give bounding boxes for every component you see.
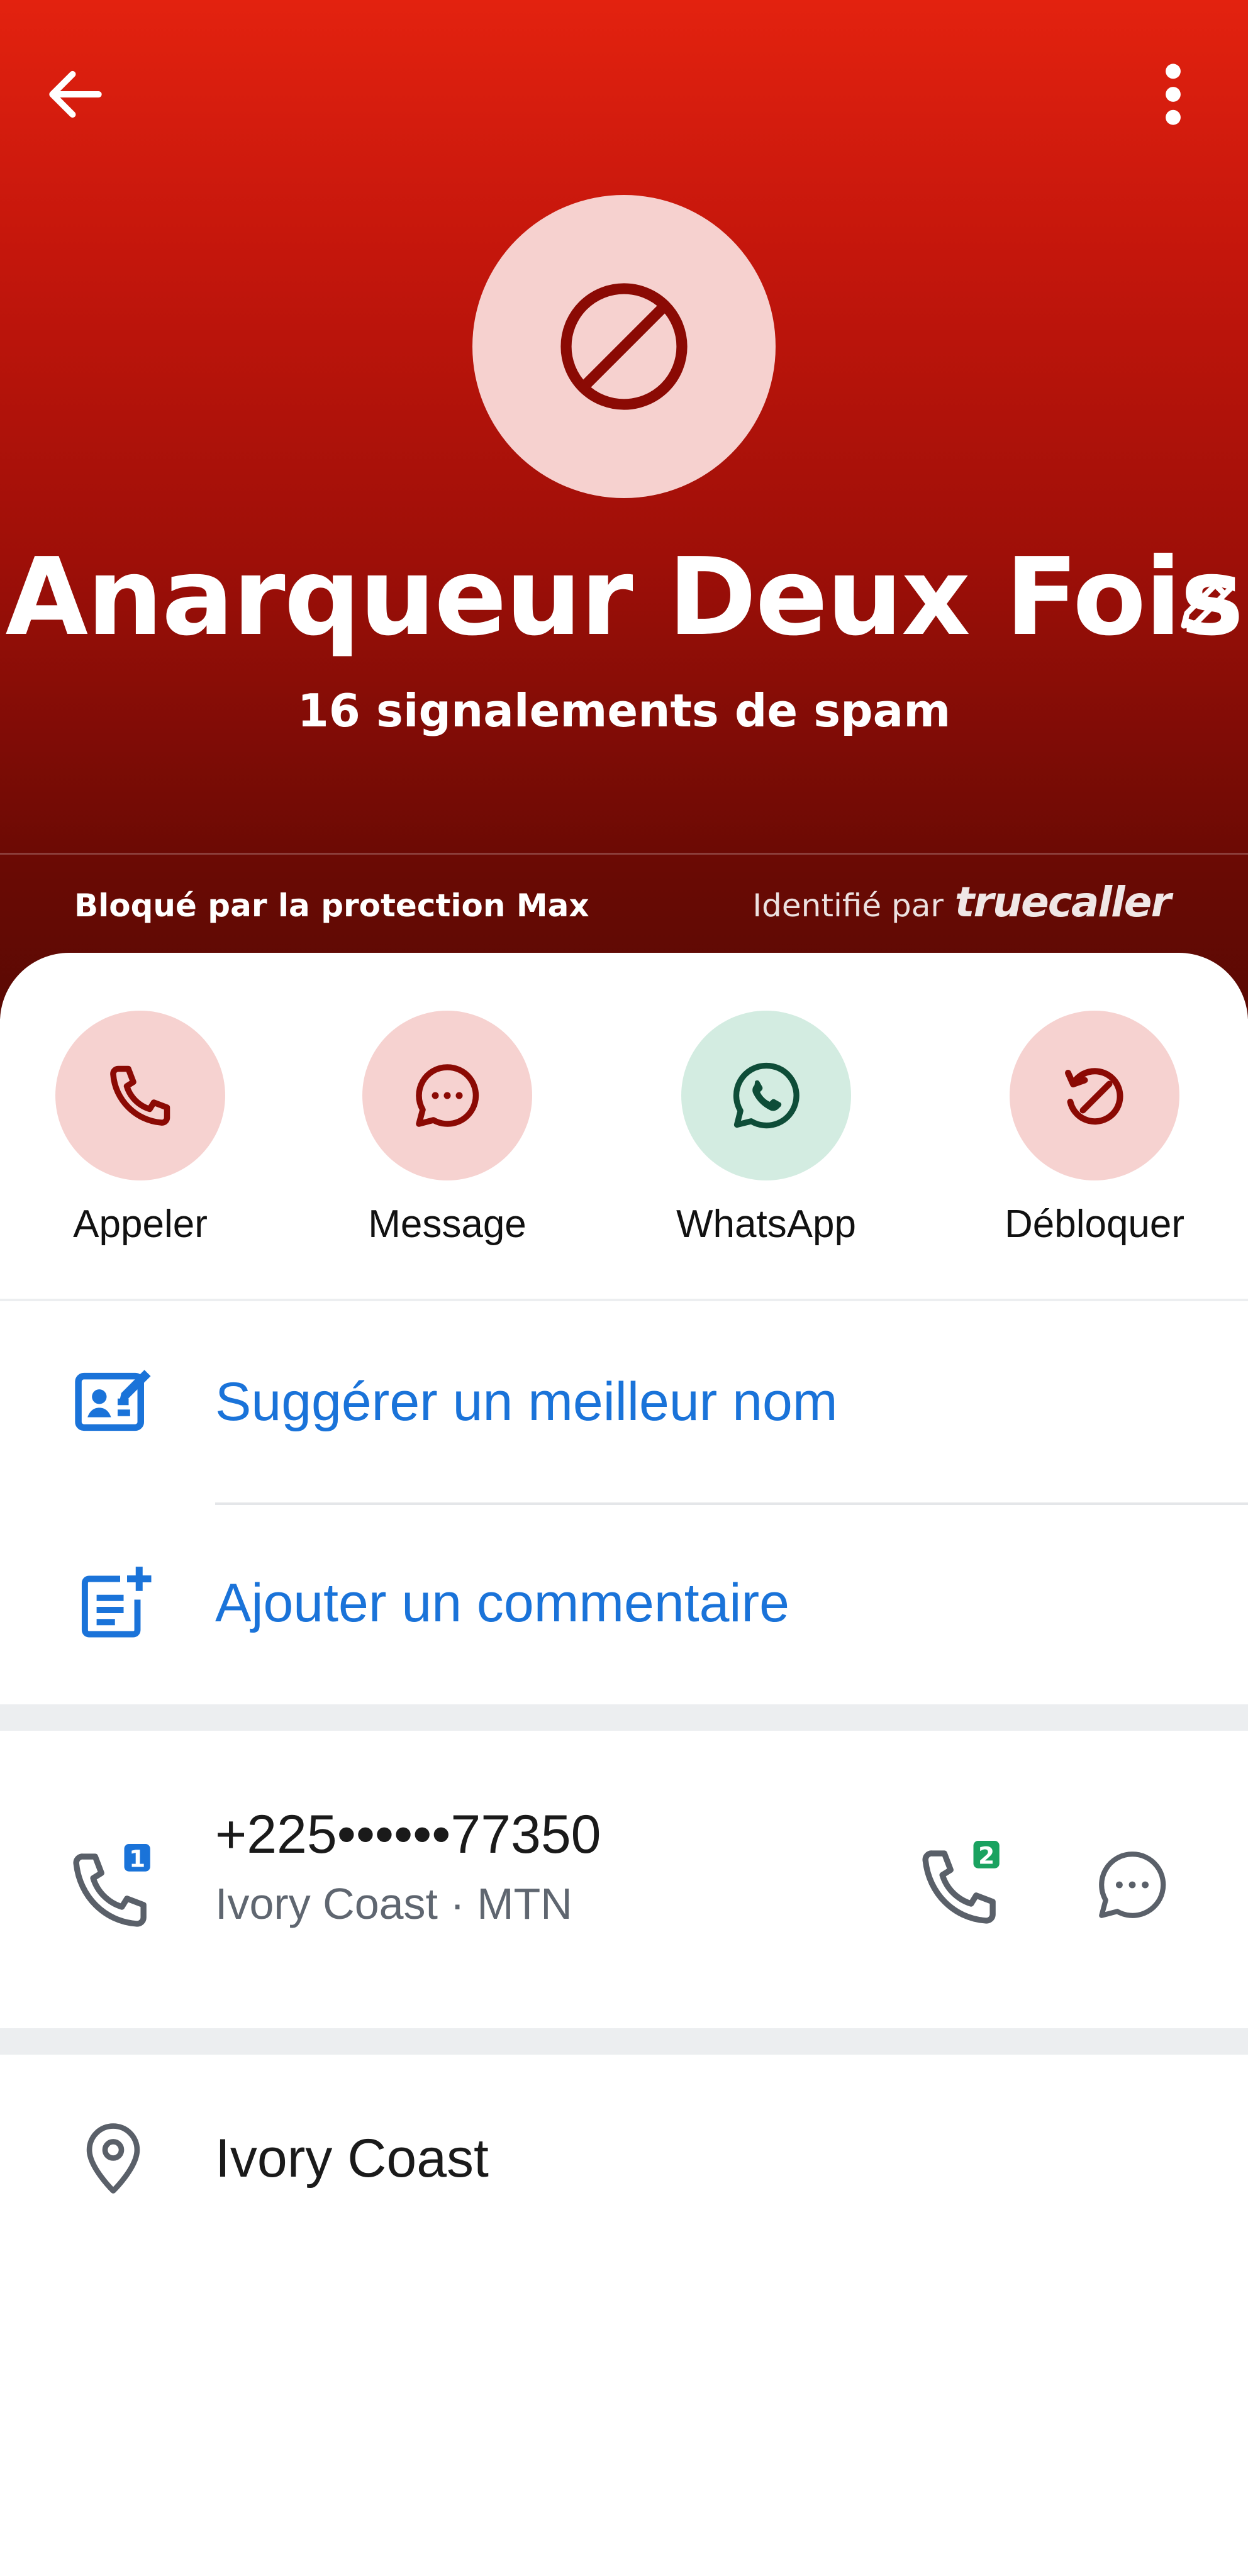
whatsapp-action-label: WhatsApp xyxy=(676,1202,857,1246)
whatsapp-icon xyxy=(733,1062,800,1129)
back-button[interactable] xyxy=(31,50,120,138)
edit-name-button[interactable] xyxy=(1170,553,1248,648)
phone-number-section: 1 +225••••••77350 Ivory Coast · MTN 2 xyxy=(0,1731,1248,2028)
chat-bubble-icon xyxy=(1099,1852,1166,1918)
sim2-badge: 2 xyxy=(978,1841,994,1869)
unblock-action-label: Débloquer xyxy=(1004,1202,1185,1246)
phone-icon xyxy=(110,1065,170,1126)
identified-by-label: Identifié par xyxy=(752,887,944,924)
suggest-name-row[interactable]: Suggérer un meilleur nom xyxy=(0,1301,1248,1502)
contact-header: Anarqueur Deux Fois 16 signalements de s… xyxy=(0,0,1248,1019)
more-vertical-icon xyxy=(1166,64,1181,125)
location-icon-container xyxy=(63,2055,164,2262)
add-comment-row[interactable]: Ajouter un commentaire xyxy=(0,1502,1248,1704)
add-note-icon xyxy=(81,1567,152,1638)
contact-name: Anarqueur Deux Fois xyxy=(5,535,1244,660)
more-options-button[interactable] xyxy=(1132,50,1214,138)
section-divider xyxy=(0,1704,1248,1731)
call-action[interactable]: Appeler xyxy=(14,1011,266,1262)
row-icon-container xyxy=(63,1301,164,1502)
message-action[interactable]: Message xyxy=(321,1011,573,1262)
pencil-icon xyxy=(1181,575,1234,629)
phone-country-carrier: Ivory Coast · MTN xyxy=(215,1879,572,1928)
chat-bubble-icon xyxy=(416,1064,479,1127)
details-card: Appeler Message WhatsApp Débloquer Suggé… xyxy=(0,953,1248,2576)
whatsapp-action-circle xyxy=(681,1011,851,1180)
blocked-by-label: Bloqué par la protection Max xyxy=(74,887,589,924)
phone-number: +225••••••77350 xyxy=(215,1804,601,1865)
section-divider xyxy=(0,2028,1248,2055)
send-sms-button[interactable] xyxy=(1082,1835,1183,1935)
location-text: Ivory Coast xyxy=(215,2128,489,2189)
call-sim2-button[interactable]: 2 xyxy=(912,1835,1013,1935)
blocked-avatar xyxy=(472,195,776,498)
location-pin-icon xyxy=(86,2123,140,2194)
quick-actions: Appeler Message WhatsApp Débloquer xyxy=(0,953,1248,1299)
row-icon-container xyxy=(63,1502,164,1704)
suggest-name-label: Suggérer un meilleur nom xyxy=(215,1372,838,1432)
message-action-circle xyxy=(362,1011,532,1180)
unblock-icon xyxy=(1065,1068,1123,1125)
sim1-badge: 1 xyxy=(129,1845,145,1872)
header-divider xyxy=(0,853,1248,855)
identified-by: Identifié par truecaller xyxy=(752,877,1171,931)
blocked-icon xyxy=(560,283,688,410)
arrow-back-icon xyxy=(49,70,102,118)
phone-sim1-icon: 1 xyxy=(73,1844,150,1927)
call-action-label: Appeler xyxy=(73,1202,208,1246)
add-comment-label: Ajouter un commentaire xyxy=(215,1573,789,1633)
location-row: Ivory Coast xyxy=(0,2055,1248,2262)
edit-contact-card-icon xyxy=(75,1370,151,1431)
call-sim1-button[interactable]: 1 xyxy=(63,1838,164,1938)
call-action-circle xyxy=(55,1011,225,1180)
spam-report-count: 16 signalements de spam xyxy=(297,684,951,737)
unblock-action-circle xyxy=(1010,1011,1179,1180)
truecaller-logo: truecaller xyxy=(954,878,1171,926)
phone-sim2-icon: 2 xyxy=(922,1841,1000,1924)
message-action-label: Message xyxy=(368,1202,526,1246)
contact-details-screen: Anarqueur Deux Fois 16 signalements de s… xyxy=(0,0,1248,2576)
unblock-action[interactable]: Débloquer xyxy=(969,1011,1220,1262)
whatsapp-action[interactable]: WhatsApp xyxy=(640,1011,892,1262)
